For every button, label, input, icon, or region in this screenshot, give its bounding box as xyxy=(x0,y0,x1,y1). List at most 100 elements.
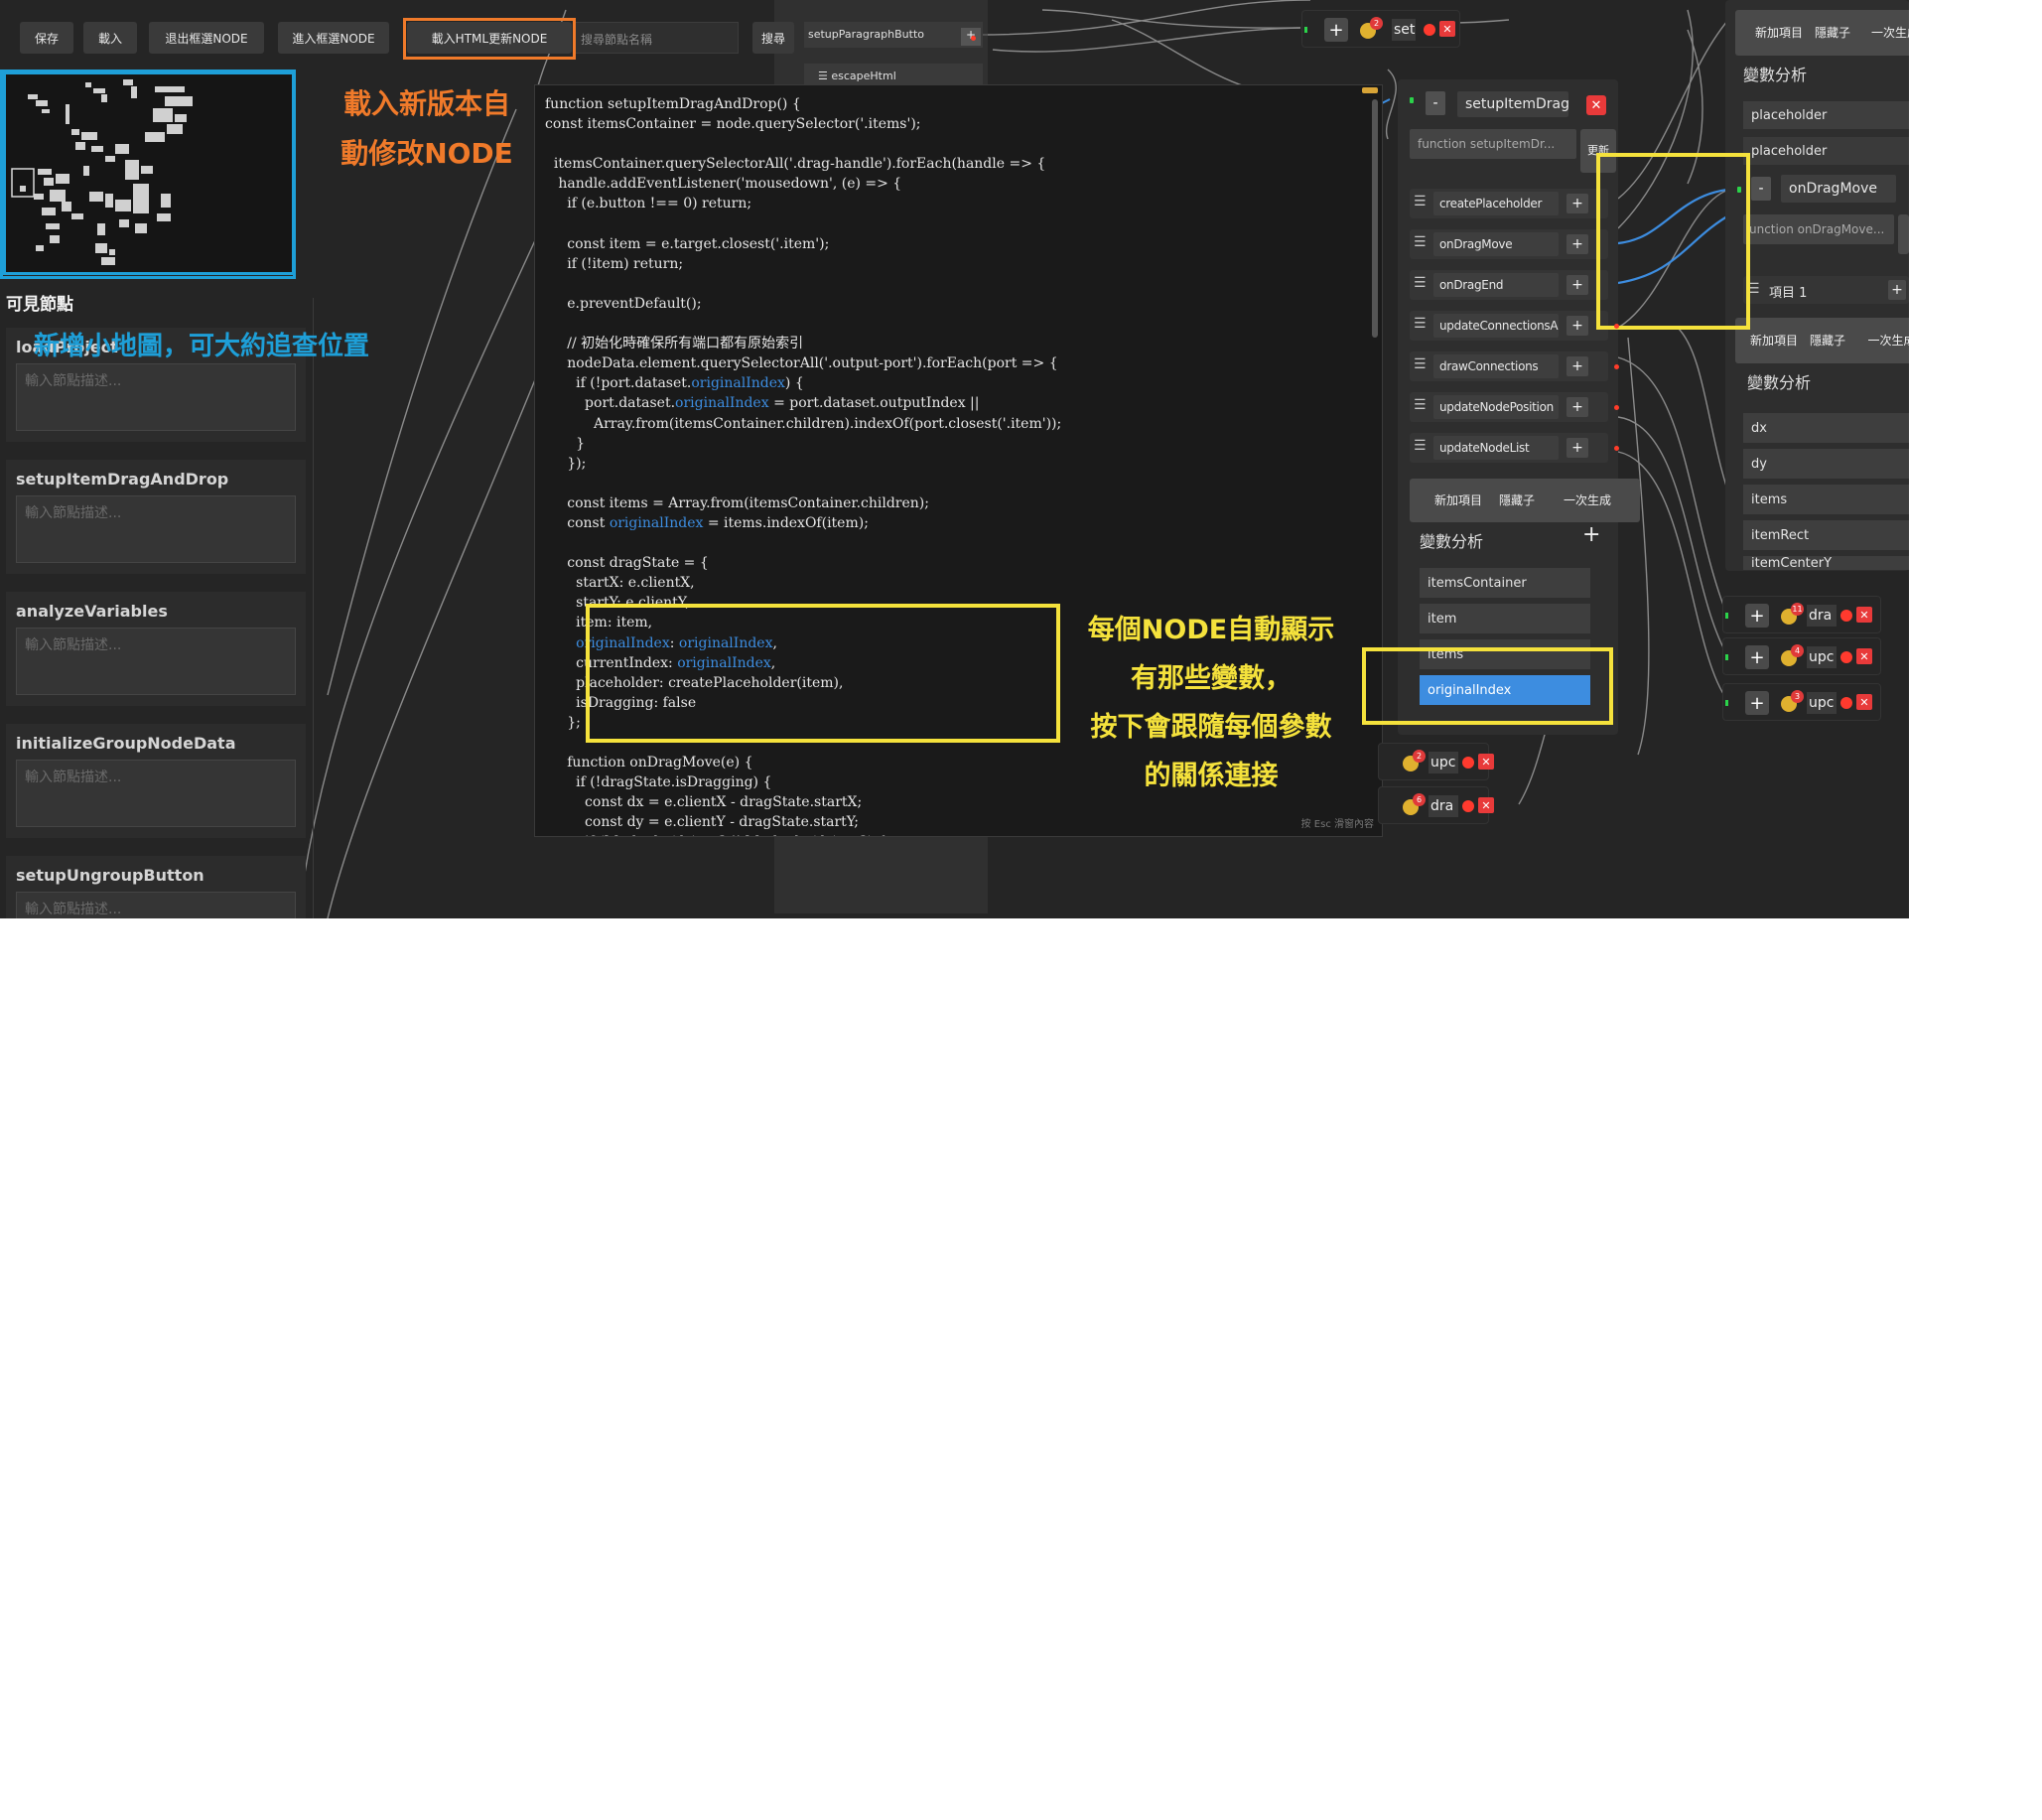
close-icon[interactable]: ✕ xyxy=(1478,797,1494,813)
mini-node-top[interactable]: + 2 setu ✕ xyxy=(1301,10,1460,48)
add-item-icon[interactable]: + xyxy=(1566,275,1588,295)
add-item-icon[interactable]: + xyxy=(1566,397,1588,417)
close-icon[interactable]: ✕ xyxy=(1856,694,1872,710)
close-icon[interactable]: ✕ xyxy=(1439,21,1455,37)
update-button[interactable] xyxy=(1898,214,1909,254)
function-preview[interactable]: function setupItemDr... xyxy=(1410,129,1576,159)
add-variable-icon[interactable]: + xyxy=(1582,522,1600,547)
drag-handle-icon[interactable]: ☰ xyxy=(1414,275,1427,291)
function-item-row[interactable]: ☰ createPlaceholder + xyxy=(1410,189,1608,218)
sidebar-node-card[interactable]: initializeGroupNodeData 輸入節點描述... xyxy=(6,724,306,838)
add-item-icon[interactable]: + xyxy=(1566,234,1588,254)
node-description-input[interactable]: 輸入節點描述... xyxy=(16,760,296,827)
add-item-icon[interactable]: + xyxy=(1566,438,1588,458)
drag-handle-icon[interactable]: ☰ xyxy=(1414,316,1427,332)
mini-node[interactable]: +3 upc ✕ xyxy=(1722,683,1881,721)
generate-all-button[interactable]: 一次生成 xyxy=(1535,479,1640,522)
variable-item[interactable]: itemsContainer xyxy=(1420,568,1590,598)
mini-node[interactable]: 6 dra ✕ xyxy=(1378,786,1494,824)
input-port[interactable] xyxy=(1410,97,1414,103)
drag-handle-icon[interactable]: ☰ xyxy=(1414,194,1427,210)
sidebar-node-card[interactable]: analyzeVariables 輸入節點描述... xyxy=(6,592,306,706)
expand-button[interactable]: + xyxy=(1745,691,1769,715)
annotation-line: 的關係連接 xyxy=(1144,761,1279,791)
sidebar-node-card[interactable]: setupItemDragAndDrop 輸入節點描述... xyxy=(6,460,306,574)
sidebar-node-card[interactable]: setupUngroupButton 輸入節點描述... xyxy=(6,856,306,918)
code-line: const item = e.target.closest('.item'); xyxy=(545,235,830,252)
node-description-input[interactable]: 輸入節點描述... xyxy=(16,892,296,918)
function-item-row[interactable]: ☰ updateNodePosition + xyxy=(1410,392,1608,422)
expand-button[interactable]: + xyxy=(1745,645,1769,669)
input-port[interactable] xyxy=(1725,613,1728,619)
close-icon[interactable]: ✕ xyxy=(1586,95,1606,115)
code-line: const itemsContainer = node.querySelecto… xyxy=(545,116,921,133)
output-port[interactable] xyxy=(1614,364,1619,369)
output-port[interactable] xyxy=(1614,405,1619,410)
variable-item[interactable]: placeholder xyxy=(1743,101,1909,129)
variable-item[interactable]: items xyxy=(1743,485,1909,514)
function-item-row[interactable]: ☰ updateConnectionsA + xyxy=(1410,311,1608,341)
exit-frame-button[interactable]: 退出框選NODE xyxy=(149,22,264,54)
drag-handle-icon[interactable]: ☰ xyxy=(1414,438,1427,454)
mini-node[interactable]: +4 upc ✕ xyxy=(1722,637,1881,675)
node-description-input[interactable]: 輸入節點描述... xyxy=(16,495,296,563)
variable-item[interactable]: itemRect xyxy=(1743,520,1909,550)
close-icon[interactable]: ✕ xyxy=(1478,754,1494,770)
add-item-icon[interactable]: + xyxy=(1566,194,1588,213)
input-port[interactable] xyxy=(1725,654,1728,660)
mini-node[interactable]: +11 dra ✕ xyxy=(1722,596,1881,633)
item-row[interactable]: ☰ 項目 1 + xyxy=(1743,276,1909,304)
search-button[interactable]: 搜尋 xyxy=(752,22,794,54)
node-title-input[interactable]: setupItemDragA xyxy=(1457,91,1568,117)
variable-item[interactable]: item xyxy=(1420,604,1590,633)
function-item-name[interactable]: updateNodeList xyxy=(1433,436,1559,460)
code-scrollbar[interactable] xyxy=(1372,99,1378,338)
function-item-name[interactable]: createPlaceholder xyxy=(1433,192,1559,215)
load-button[interactable]: 載入 xyxy=(83,22,137,54)
function-item-row[interactable]: ☰ drawConnections + xyxy=(1410,351,1608,381)
function-preview[interactable]: unction onDragMove... xyxy=(1743,214,1894,244)
function-item-name[interactable]: onDragMove xyxy=(1433,232,1559,256)
drag-handle-icon[interactable]: ☰ xyxy=(1414,397,1427,413)
function-item-row[interactable]: ☰ onDragMove + xyxy=(1410,229,1608,259)
annotation-line: 按下會跟隨每個參數 xyxy=(1090,712,1332,743)
count-badge: 2 xyxy=(1370,17,1383,30)
expand-button[interactable]: + xyxy=(1745,604,1769,628)
close-icon[interactable]: ✕ xyxy=(1856,607,1872,623)
node-title-input[interactable]: onDragMove xyxy=(1781,175,1896,203)
collapse-button[interactable]: - xyxy=(1751,177,1771,201)
variable-item[interactable]: itemCenterY xyxy=(1743,556,1909,570)
drag-handle-icon[interactable]: ☰ xyxy=(1414,234,1427,250)
generate-all-button[interactable]: 一次生成 xyxy=(1846,318,1909,363)
enter-frame-button[interactable]: 進入框選NODE xyxy=(278,22,389,54)
collapse-button[interactable]: - xyxy=(1426,91,1445,115)
input-port[interactable] xyxy=(1725,700,1728,706)
expand-button[interactable]: + xyxy=(1324,18,1348,42)
code-line: if (e.button !== 0) return; xyxy=(545,196,752,212)
function-item-row[interactable]: ☰ updateNodeList + xyxy=(1410,433,1608,463)
generate-all-button[interactable]: 一次生成 xyxy=(1850,10,1909,56)
node-name: dra xyxy=(1807,605,1837,627)
input-port[interactable] xyxy=(1304,27,1307,33)
node-description-input[interactable]: 輸入節點描述... xyxy=(16,628,296,695)
close-icon[interactable]: ✕ xyxy=(1856,648,1872,664)
function-item-name[interactable]: drawConnections xyxy=(1433,354,1559,378)
variable-item[interactable]: dx xyxy=(1743,413,1909,443)
output-port[interactable] xyxy=(1614,324,1619,329)
search-input[interactable]: 搜尋節點名稱 xyxy=(574,22,739,54)
function-item-row[interactable]: ☰ onDragEnd + xyxy=(1410,270,1608,300)
output-port[interactable] xyxy=(1614,446,1619,451)
drag-handle-icon[interactable]: ☰ xyxy=(1414,356,1427,372)
add-item-icon[interactable]: + xyxy=(1888,280,1906,300)
save-button[interactable]: 保存 xyxy=(20,22,73,54)
function-item-name[interactable]: onDragEnd xyxy=(1433,273,1559,297)
function-item-name[interactable]: updateNodePosition xyxy=(1433,395,1559,419)
function-item-name[interactable]: updateConnectionsA xyxy=(1433,314,1559,338)
node-description-input[interactable]: 輸入節點描述... xyxy=(16,363,296,431)
add-item-icon[interactable]: + xyxy=(1566,356,1588,376)
mini-node[interactable]: 2 upc ✕ xyxy=(1378,743,1494,780)
variable-item[interactable]: placeholder xyxy=(1743,137,1909,165)
variable-item[interactable]: dy xyxy=(1743,449,1909,479)
add-item-icon[interactable]: + xyxy=(1566,316,1588,336)
